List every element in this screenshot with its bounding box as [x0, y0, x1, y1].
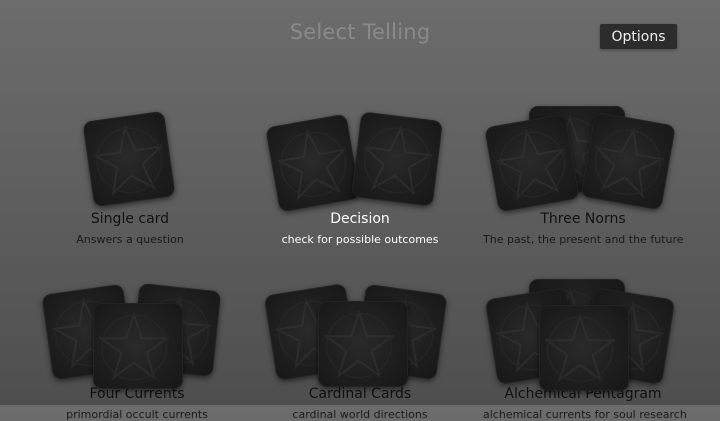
- telling-title: Decision: [330, 211, 390, 227]
- card-stack: [260, 108, 460, 213]
- telling-subtitle: Answers a question: [76, 233, 184, 246]
- telling-tile-four-currents[interactable]: Four Currents primordial occult currents: [37, 282, 237, 421]
- options-button[interactable]: Options: [600, 24, 677, 49]
- telling-tile-decision[interactable]: Decision check for possible outcomes: [260, 108, 460, 246]
- card-stack: [260, 283, 460, 387]
- card-back-icon: [580, 111, 676, 211]
- card-back-icon: [265, 113, 361, 213]
- card-stack: [483, 106, 683, 213]
- telling-subtitle: The past, the present and the future: [483, 233, 684, 246]
- telling-title: Cardinal Cards: [308, 386, 412, 402]
- telling-title: Single card: [90, 211, 170, 227]
- telling-tile-three-norns[interactable]: Three Norns The past, the present and th…: [483, 106, 684, 246]
- card-back-icon: [539, 305, 629, 391]
- card-stack: [30, 108, 230, 208]
- telling-subtitle: cardinal world directions: [292, 408, 428, 421]
- card-back-icon: [351, 111, 443, 207]
- card-stack: [483, 279, 683, 391]
- telling-tile-alchemical-pentagram[interactable]: Alchemical Pentagram alchemical currents…: [483, 279, 687, 421]
- telling-tile-single-card[interactable]: Single card Answers a question: [30, 108, 230, 246]
- telling-title: Three Norns: [540, 211, 626, 227]
- telling-subtitle: primordial occult currents: [66, 408, 208, 421]
- telling-subtitle: check for possible outcomes: [281, 233, 439, 246]
- telling-subtitle: alchemical currents for soul research: [483, 408, 687, 421]
- card-back-icon: [318, 301, 408, 387]
- telling-tile-cardinal-cards[interactable]: Cardinal Cards cardinal world directions: [260, 283, 460, 421]
- card-back-icon: [82, 110, 176, 208]
- card-back-icon: [484, 113, 580, 213]
- card-stack: [37, 282, 237, 389]
- card-back-icon: [93, 303, 183, 389]
